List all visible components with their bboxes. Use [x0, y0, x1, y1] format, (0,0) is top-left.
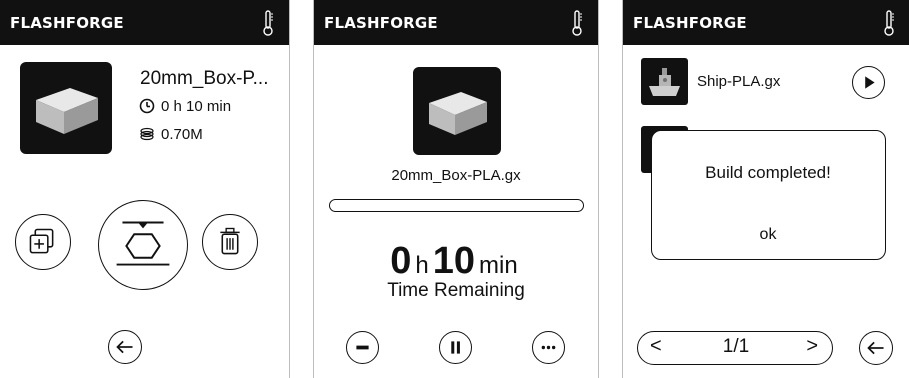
time-remaining-value: 0 h 10 min [314, 240, 598, 283]
brand-logo: FLASHFORGE [633, 14, 747, 32]
header-bar: FLASHFORGE [314, 0, 598, 45]
filament-spool-icon [140, 127, 154, 141]
hours-unit: h [415, 252, 429, 279]
back-button[interactable] [108, 330, 142, 364]
minutes-unit: min [479, 252, 518, 279]
header-bar: FLASHFORGE [0, 0, 289, 45]
print-icon [116, 221, 170, 266]
hours-value: 0 [390, 240, 412, 282]
arrow-left-icon [116, 340, 133, 354]
more-dots-icon [541, 345, 556, 350]
printing-screen: FLASHFORGE 20mm_Box-PLA.gx 0 h 10 min Time … [313, 0, 599, 378]
dialog-message: Build completed! [705, 163, 831, 182]
stop-button[interactable] [346, 331, 379, 364]
start-print-button[interactable] [98, 200, 188, 290]
minutes-value: 10 [432, 240, 476, 282]
play-icon [865, 76, 875, 89]
file-thumbnail[interactable] [641, 58, 688, 105]
clock-icon [139, 98, 155, 114]
copy-icon [29, 228, 54, 254]
file-name: 20mm_Box-PLA.gx [391, 167, 521, 184]
copy-button[interactable] [15, 214, 71, 270]
print-time: 0 h 10 min [161, 98, 232, 115]
trash-icon [220, 227, 240, 255]
delete-button[interactable] [202, 214, 258, 270]
more-options-button[interactable] [532, 331, 565, 364]
model-thumbnail [20, 62, 112, 154]
thermometer-icon[interactable] [882, 9, 896, 37]
build-completed-dialog: Build completed! ok [651, 130, 886, 260]
arrow-left-icon [867, 341, 884, 355]
thermometer-icon[interactable] [261, 9, 275, 37]
page-indicator: 1/1 [722, 336, 750, 357]
printer-ui-panels: FLASHFORGE 20mm_Box-P... 0 h 10 min 0.70… [0, 0, 909, 378]
brand-logo: FLASHFORGE [324, 14, 438, 32]
thermometer-icon[interactable] [570, 9, 584, 37]
next-page-button[interactable]: > [806, 335, 818, 358]
time-remaining-label: Time Remaining [387, 280, 525, 301]
minus-icon [356, 345, 369, 350]
file-name: 20mm_Box-P... [140, 68, 269, 89]
file-detail-screen: FLASHFORGE 20mm_Box-P... 0 h 10 min 0.70… [0, 0, 290, 378]
pause-icon [451, 341, 460, 354]
file-name[interactable]: Ship-PLA.gx [697, 73, 780, 90]
back-button[interactable] [859, 331, 893, 365]
pause-button[interactable] [439, 331, 472, 364]
header-bar: FLASHFORGE [623, 0, 909, 45]
play-file-button[interactable] [852, 66, 885, 99]
box-model-icon [36, 88, 98, 134]
model-thumbnail [413, 67, 501, 155]
pagination-bar: < 1/1 > [637, 331, 833, 365]
ship-model-icon [649, 68, 680, 96]
filament-length: 0.70M [161, 126, 203, 143]
brand-logo: FLASHFORGE [10, 14, 124, 32]
file-list-screen: FLASHFORGE Ship-PLA.gx Build completed! … [622, 0, 909, 378]
box-model-icon [429, 92, 487, 135]
ok-button[interactable]: ok [652, 226, 884, 244]
print-progress-bar [329, 199, 584, 212]
